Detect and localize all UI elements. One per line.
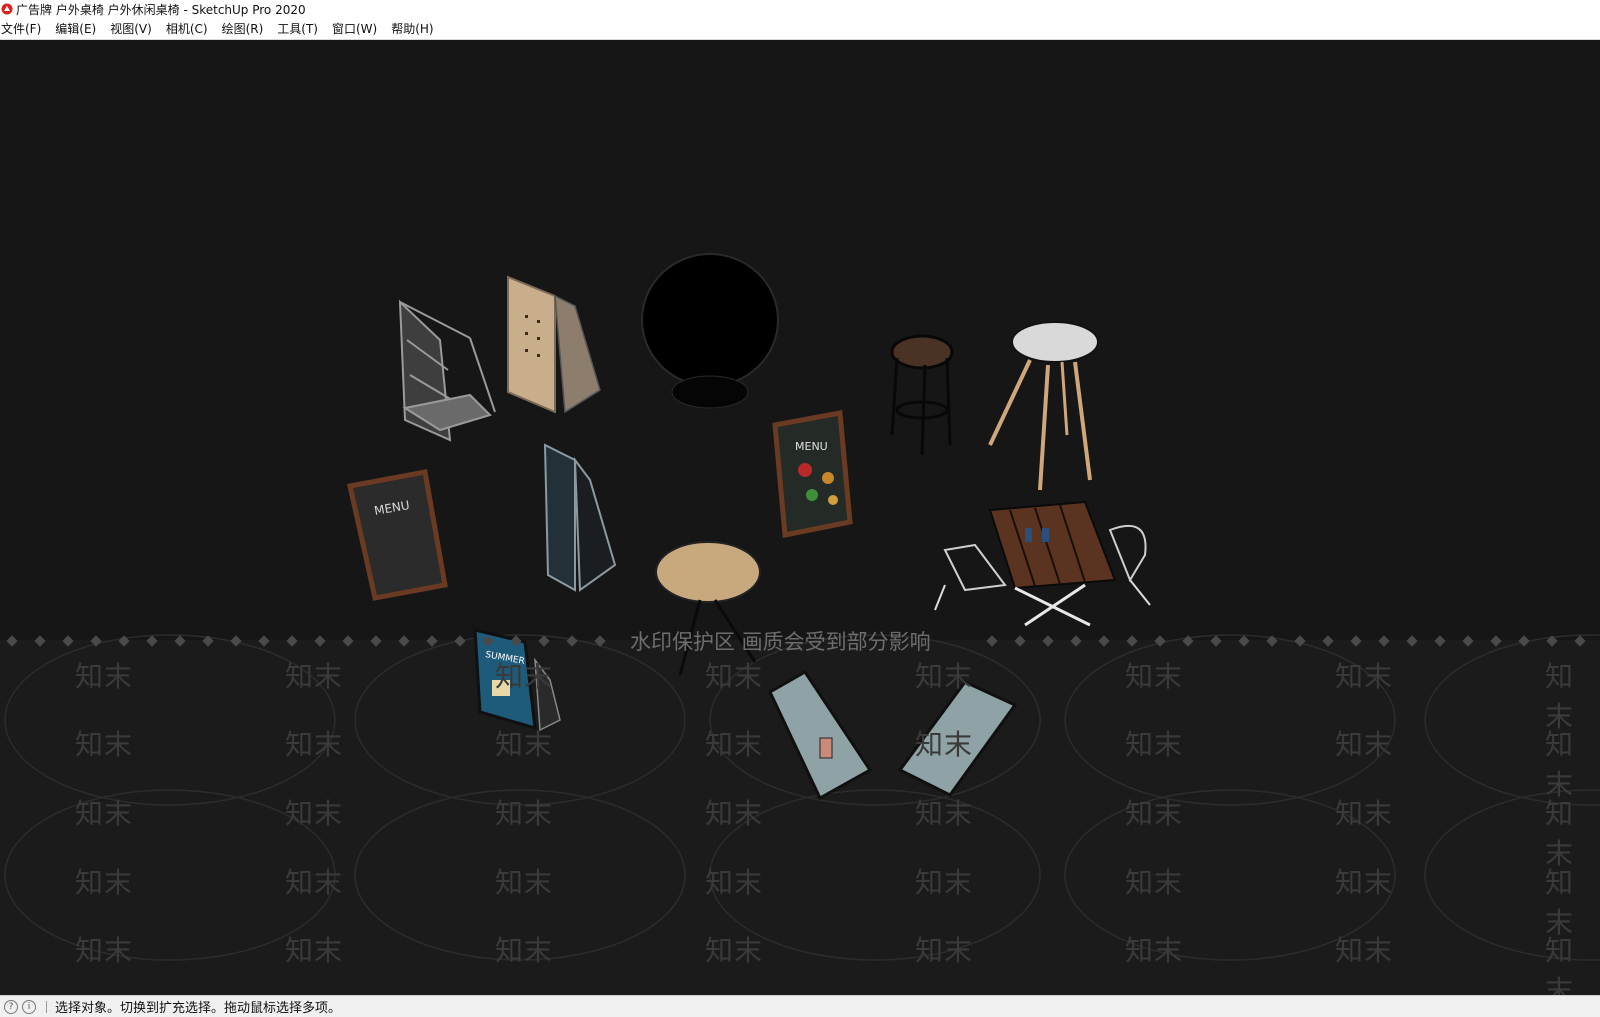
menu-help[interactable]: 帮助(H) <box>390 20 440 37</box>
menu-draw[interactable]: 绘图(R) <box>221 20 271 37</box>
modeling-viewport[interactable]: MENU MENU SUMMER 水印保护区 画质会受到部分影响 知末 知末 知… <box>0 40 1600 995</box>
menu-poster-label: MENU <box>795 440 828 453</box>
menu-file[interactable]: 文件(F) <box>0 20 48 37</box>
deck-chair-left-model[interactable] <box>768 670 873 801</box>
status-bar: ? i 选择对象。切换到扩充选择。拖动鼠标选择多项。 <box>0 995 1600 1017</box>
status-separator <box>46 1000 47 1013</box>
tall-stool-model[interactable] <box>988 321 1099 491</box>
chalkboard-sign-left-model[interactable]: MENU <box>346 469 448 601</box>
menu-camera[interactable]: 相机(C) <box>165 20 215 37</box>
title-bar: 广告牌 户外桌椅 户外休闲桌椅 - SketchUp Pro 2020 <box>0 0 1600 18</box>
menu-bar: 文件(F) 编辑(E) 视图(V) 相机(C) 绘图(R) 工具(T) 窗口(W… <box>0 18 1600 40</box>
watermark-banner: 水印保护区 画质会受到部分影响 <box>630 630 931 654</box>
menu-poster-board-model[interactable]: MENU <box>772 410 853 538</box>
menu-edit[interactable]: 编辑(E) <box>54 20 103 37</box>
egg-chair-model[interactable] <box>641 253 779 409</box>
metal-rack-model[interactable] <box>398 299 496 442</box>
sketchup-logo-icon <box>1 3 13 15</box>
scene-models: MENU MENU SUMMER <box>4 253 1600 961</box>
menu-window[interactable]: 窗口(W) <box>331 20 384 37</box>
wooden-table-set-model[interactable] <box>934 500 1151 627</box>
window-title: 广告牌 户外桌椅 户外休闲桌椅 - SketchUp Pro 2020 <box>16 2 306 17</box>
menu-view[interactable]: 视图(V) <box>109 20 159 37</box>
bar-stool-model[interactable] <box>890 334 954 456</box>
geo-location-icon[interactable]: ? <box>4 999 18 1014</box>
status-message: 选择对象。切换到扩充选择。拖动鼠标选择多项。 <box>55 1001 342 1016</box>
plywood-aboard-model[interactable] <box>507 275 601 414</box>
menu-tools[interactable]: 工具(T) <box>276 20 325 37</box>
credits-info-icon[interactable]: i <box>22 999 36 1014</box>
deck-chair-right-model[interactable] <box>897 680 1018 797</box>
glass-display-stand-model[interactable] <box>543 443 617 592</box>
